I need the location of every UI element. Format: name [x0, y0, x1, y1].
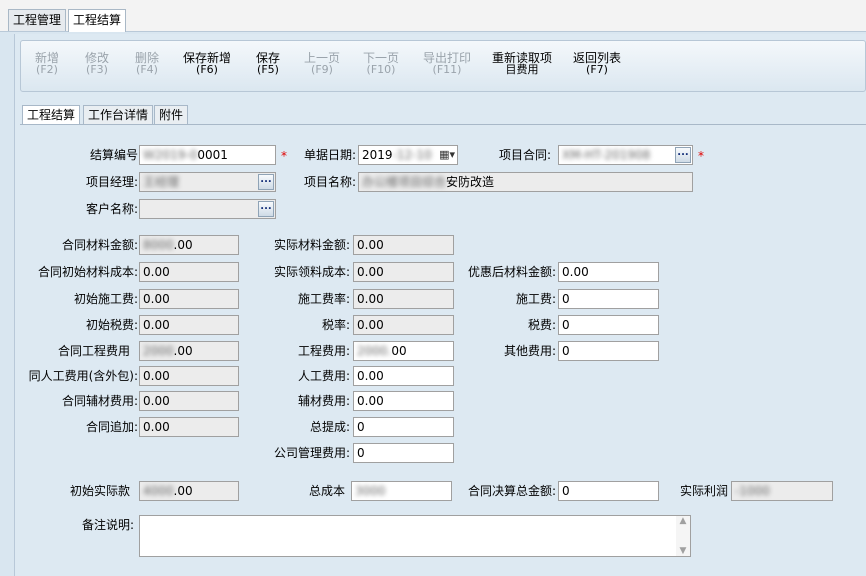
actual-issue-cost-field[interactable]: 0.00 — [353, 262, 454, 282]
tab-attachments[interactable]: 附件 — [154, 105, 189, 125]
construction-rate-label: 施工费率: — [297, 292, 350, 306]
prev-page-button[interactable]: 上一页 (F9) — [304, 52, 340, 76]
tab-project-management[interactable]: 工程管理 — [8, 9, 67, 31]
final-total-field[interactable]: 0 — [558, 481, 659, 501]
init-tax-field[interactable]: 0.00 — [139, 315, 239, 335]
customer-label: 客户名称: — [85, 202, 138, 216]
mgmt-fee-field[interactable]: 0 — [353, 443, 454, 463]
required-mark: * — [698, 149, 704, 163]
tax-rate-label: 税率: — [321, 318, 350, 332]
total-cost-field[interactable]: 3000 — [351, 481, 452, 501]
bill-date-label: 单据日期: — [303, 148, 356, 162]
discounted-material-field[interactable]: 0.00 — [558, 262, 659, 282]
commission-field[interactable]: 0 — [353, 417, 454, 437]
contract-material-label: 合同材料金额: — [61, 238, 138, 252]
lookup-ellipsis-icon[interactable]: ... — [258, 174, 274, 190]
save-button[interactable]: 保存 (F5) — [256, 52, 280, 76]
top-tab-bar: 工程管理 工程结算 — [0, 0, 866, 32]
contract-field[interactable]: XM-HT-201908... — [558, 145, 693, 165]
toolbar: 新增 (F2) 修改 (F3) 删除 (F4) 保存新增 (F6) 保存 (F5) 上一页… — [20, 40, 866, 92]
mgmt-fee-label: 公司管理费用: — [273, 446, 350, 460]
remark-scrollbar[interactable]: ▲ ▼ — [676, 516, 690, 556]
export-print-button[interactable]: 导出打印 (F11) — [423, 52, 471, 76]
remark-textarea[interactable]: ▲ ▼ — [139, 515, 691, 557]
tab-settlement[interactable]: 工程结算 — [22, 105, 81, 126]
actual-profit-label: 实际利润 — [679, 484, 728, 498]
eng-fee-field[interactable]: 2000.00 — [353, 341, 454, 361]
final-total-label: 合同决算总金额: — [467, 484, 556, 498]
settle-no-field[interactable]: W2019-00001 — [139, 145, 276, 165]
tab-workbench-detail[interactable]: 工作台详情 — [83, 105, 154, 125]
save-and-new-button[interactable]: 保存新增 (F6) — [183, 52, 231, 76]
required-mark: * — [281, 149, 287, 163]
actual-issue-cost-label: 实际领料成本: — [273, 265, 350, 279]
edit-button[interactable]: 修改 (F3) — [85, 52, 109, 76]
manager-label: 项目经理: — [85, 175, 138, 189]
contract-aux-label: 合同辅材费用: — [61, 394, 138, 408]
contract-material-field[interactable]: 8000.00 — [139, 235, 239, 255]
project-name-label: 项目名称: — [303, 175, 356, 189]
construction-fee-field[interactable]: 0 — [558, 289, 659, 309]
calendar-dropdown-icon[interactable]: ▦▾ — [439, 147, 455, 163]
contract-labor-field[interactable]: 0.00 — [139, 366, 239, 386]
init-construction-fee-field[interactable]: 0.00 — [139, 289, 239, 309]
actual-material-label: 实际材料金额: — [273, 238, 350, 252]
contract-add-field[interactable]: 0.00 — [139, 417, 239, 437]
total-cost-label: 总成本 — [308, 484, 345, 498]
actual-material-field[interactable]: 0.00 — [353, 235, 454, 255]
commission-label: 总提成: — [309, 420, 350, 434]
contract-labor-label: 同人工费用(含外包): — [28, 369, 138, 383]
scroll-down-icon[interactable]: ▼ — [676, 546, 690, 556]
bill-date-field[interactable]: 2019-12-10 ▦▾ — [358, 145, 458, 165]
scroll-up-icon[interactable]: ▲ — [676, 516, 690, 526]
actual-profit-field[interactable]: -1000 — [731, 481, 833, 501]
contract-label: 项目合同: — [498, 148, 551, 162]
remark-label: 备注说明: — [81, 518, 134, 532]
construction-rate-field[interactable]: 0.00 — [353, 289, 454, 309]
add-button[interactable]: 新增 (F2) — [35, 52, 59, 76]
init-construction-fee-label: 初始施工费: — [73, 292, 138, 306]
discounted-material-label: 优惠后材料金额: — [467, 265, 556, 279]
init-tax-label: 初始税费: — [85, 318, 138, 332]
tax-rate-field[interactable]: 0.00 — [353, 315, 454, 335]
other-fee-field[interactable]: 0 — [558, 341, 659, 361]
next-page-button[interactable]: 下一页 (F10) — [363, 52, 399, 76]
lookup-ellipsis-icon[interactable]: ... — [258, 201, 274, 217]
contract-add-label: 合同追加: — [85, 420, 138, 434]
init-material-cost-field[interactable]: 0.00 — [139, 262, 239, 282]
labor-label: 人工费用: — [297, 369, 350, 383]
tab-project-settlement[interactable]: 工程结算 — [68, 9, 127, 32]
contract-eng-fee-field[interactable]: 2000.00 — [139, 341, 239, 361]
eng-fee-label: 工程费用: — [297, 344, 350, 358]
init-actual-field[interactable]: 4000.00 — [139, 481, 239, 501]
aux-label: 辅材费用: — [297, 394, 350, 408]
tax-label: 税费: — [527, 318, 556, 332]
project-name-field[interactable]: 办公楼项目综合安防改造 — [358, 172, 693, 192]
tax-field[interactable]: 0 — [558, 315, 659, 335]
settle-no-label: 结算编号 — [89, 148, 138, 162]
labor-field[interactable]: 0.00 — [353, 366, 454, 386]
init-actual-label: 初始实际款 — [69, 484, 130, 498]
back-to-list-button[interactable]: 返回列表 (F7) — [573, 52, 621, 76]
lookup-ellipsis-icon[interactable]: ... — [675, 147, 691, 163]
contract-aux-field[interactable]: 0.00 — [139, 391, 239, 411]
delete-button[interactable]: 删除 (F4) — [135, 52, 159, 76]
construction-fee-label: 施工费: — [515, 292, 556, 306]
init-material-cost-label: 合同初始材料成本: — [37, 265, 138, 279]
reload-project-cost-button[interactable]: 重新读取项 目费用 — [492, 52, 552, 76]
manager-field[interactable]: 王经理... — [139, 172, 276, 192]
other-fee-label: 其他费用: — [503, 344, 556, 358]
contract-eng-fee-label: 合同工程费用 — [57, 344, 130, 358]
customer-field[interactable]: ... — [139, 199, 276, 219]
aux-field[interactable]: 0.00 — [353, 391, 454, 411]
